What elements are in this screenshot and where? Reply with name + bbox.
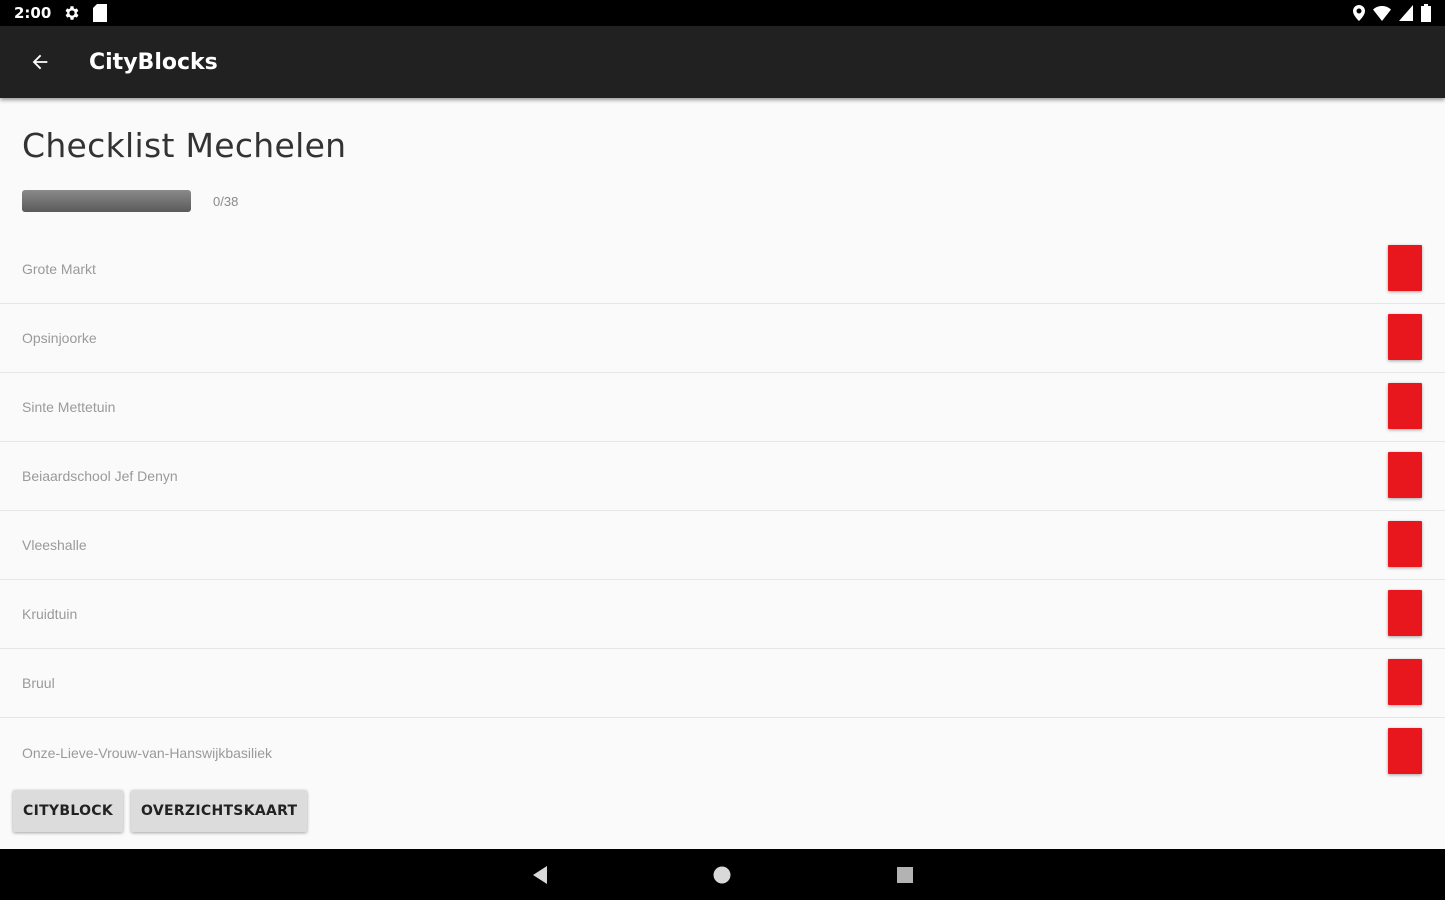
location-icon [1353, 5, 1365, 21]
checklist: Grote Markt Opsinjoorke Sinte Mettetuin … [0, 235, 1445, 787]
progress-bar [22, 190, 191, 212]
list-item[interactable]: Beiaardschool Jef Denyn [0, 442, 1445, 511]
list-item[interactable]: Opsinjoorke [0, 304, 1445, 373]
arrow-back-icon [32, 54, 48, 70]
wifi-icon [1373, 5, 1391, 21]
list-item[interactable]: Sinte Mettetuin [0, 373, 1445, 442]
status-toggle[interactable] [1388, 314, 1422, 360]
app-bar: CityBlocks [0, 26, 1445, 98]
action-buttons: CITYBLOCK OVERZICHTSKAART [13, 790, 308, 832]
battery-icon [1421, 4, 1431, 22]
status-toggle[interactable] [1388, 728, 1422, 774]
list-item[interactable]: Bruul [0, 649, 1445, 718]
status-toggle[interactable] [1388, 521, 1422, 567]
status-time: 2:00 [14, 4, 52, 22]
list-item-label: Beiaardschool Jef Denyn [22, 468, 178, 484]
status-bar: 2:00 [0, 0, 1445, 26]
list-item-label: Sinte Mettetuin [22, 399, 116, 415]
app-title: CityBlocks [89, 49, 218, 75]
back-button[interactable] [20, 42, 60, 82]
list-item-label: Onze-Lieve-Vrouw-van-Hanswijkbasiliek [22, 744, 273, 761]
progress-count: 0/38 [213, 193, 239, 209]
nav-back-button[interactable] [520, 855, 560, 895]
overview-map-button[interactable]: OVERZICHTSKAART [131, 790, 308, 832]
status-toggle[interactable] [1388, 659, 1422, 705]
list-item-label: Vleeshalle [22, 537, 87, 553]
list-item[interactable]: Kruidtuin [0, 580, 1445, 649]
list-item-label: Opsinjoorke [22, 330, 97, 346]
settings-icon [63, 4, 81, 22]
signal-icon [1399, 5, 1413, 21]
list-item-label: Grote Markt [22, 261, 96, 277]
list-item-label: Bruul [22, 675, 55, 691]
status-toggle[interactable] [1388, 383, 1422, 429]
status-toggle[interactable] [1388, 590, 1422, 636]
page-title: Checklist Mechelen [22, 126, 347, 165]
list-item-label: Kruidtuin [22, 606, 78, 622]
progress: 0/38 [22, 190, 238, 212]
sd-card-icon [93, 4, 108, 22]
list-item[interactable]: Onze-Lieve-Vrouw-van-Hanswijkbasiliek [0, 718, 1445, 787]
nav-recents-button[interactable] [885, 855, 925, 895]
nav-recents-icon [897, 866, 913, 883]
list-item[interactable]: Vleeshalle [0, 511, 1445, 580]
nav-back-icon [533, 865, 547, 884]
cityblock-button[interactable]: CITYBLOCK [13, 790, 123, 832]
status-toggle[interactable] [1388, 452, 1422, 498]
status-toggle[interactable] [1388, 245, 1422, 291]
nav-home-button[interactable] [702, 855, 742, 895]
main-content: Checklist Mechelen 0/38 Grote Markt Opsi… [0, 98, 1445, 848]
nav-home-icon [713, 866, 731, 883]
list-item[interactable]: Grote Markt [0, 235, 1445, 304]
system-nav-bar [0, 849, 1445, 900]
